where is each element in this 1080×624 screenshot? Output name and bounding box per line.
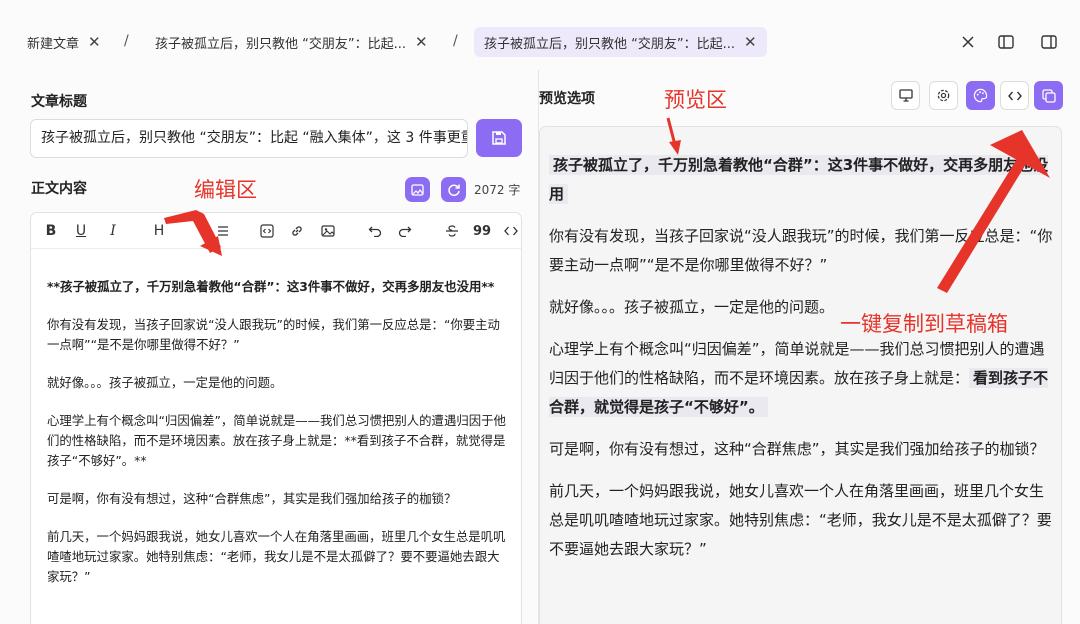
copy-arrow [937, 146, 1034, 293]
preview-annotation: 预览区 [664, 88, 727, 112]
preview-arrow-head [669, 140, 681, 155]
copy-annotation: 一键复制到草稿箱 [840, 312, 1008, 336]
preview-arrow [666, 117, 677, 146]
editor-annotation: 编辑区 [194, 178, 257, 202]
